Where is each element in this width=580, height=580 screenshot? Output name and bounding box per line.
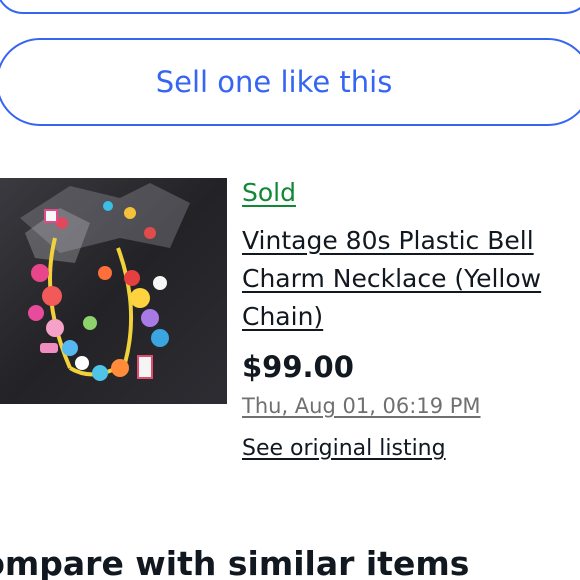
sold-date: Thu, Aug 01, 06:19 PM bbox=[242, 394, 481, 418]
see-original-listing-link[interactable]: See original listing bbox=[242, 436, 446, 461]
compare-section-heading: Compare with similar items bbox=[0, 544, 470, 580]
top-action-button[interactable] bbox=[0, 0, 580, 14]
sold-item-page: Sell one like this Sold Vintage 80s Plas… bbox=[0, 0, 580, 580]
item-photo[interactable] bbox=[0, 178, 227, 404]
charm-necklace-image bbox=[0, 178, 227, 404]
sell-one-like-this-button[interactable]: Sell one like this bbox=[0, 38, 580, 126]
sell-button-label: Sell one like this bbox=[155, 65, 393, 99]
item-title-link[interactable]: Vintage 80s Plastic Bell Charm Necklace … bbox=[242, 222, 572, 336]
sold-status: Sold bbox=[242, 178, 296, 207]
item-price: $99.00 bbox=[242, 350, 354, 384]
